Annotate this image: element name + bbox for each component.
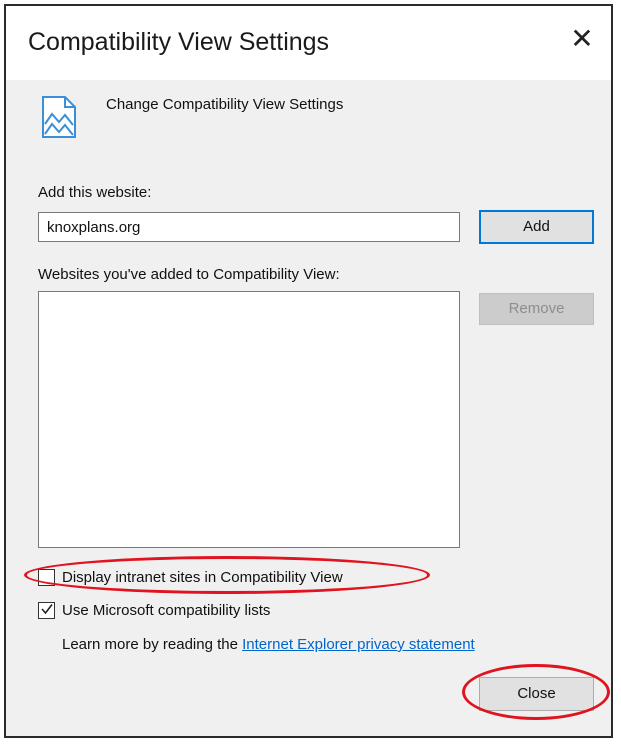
intranet-checkbox-label: Display intranet sites in Compatibility … (62, 569, 343, 586)
checkmark-icon (41, 604, 53, 615)
privacy-text: Learn more by reading the Internet Explo… (62, 636, 475, 653)
added-websites-label: Websites you've added to Compatibility V… (38, 266, 340, 283)
ms-lists-checkbox-label: Use Microsoft compatibility lists (62, 602, 271, 619)
title-bar: Compatibility View Settings ✕ (6, 6, 611, 80)
close-icon[interactable]: ✕ (567, 24, 597, 54)
add-button[interactable]: Add (479, 210, 594, 244)
added-websites-list[interactable] (38, 291, 460, 548)
website-input[interactable] (38, 212, 460, 242)
close-button[interactable]: Close (479, 677, 594, 711)
header-text: Change Compatibility View Settings (106, 96, 344, 113)
ms-lists-checkbox[interactable] (38, 602, 55, 619)
privacy-prefix: Learn more by reading the (62, 636, 243, 653)
compatibility-view-dialog: Compatibility View Settings ✕ Change Com… (4, 4, 613, 738)
add-website-label: Add this website: (38, 184, 152, 201)
remove-button[interactable]: Remove (479, 293, 594, 325)
privacy-statement-link[interactable]: Internet Explorer privacy statement (242, 636, 475, 653)
dialog-title: Compatibility View Settings (28, 28, 330, 56)
compatibility-view-icon (42, 96, 76, 138)
intranet-checkbox[interactable] (38, 569, 55, 586)
